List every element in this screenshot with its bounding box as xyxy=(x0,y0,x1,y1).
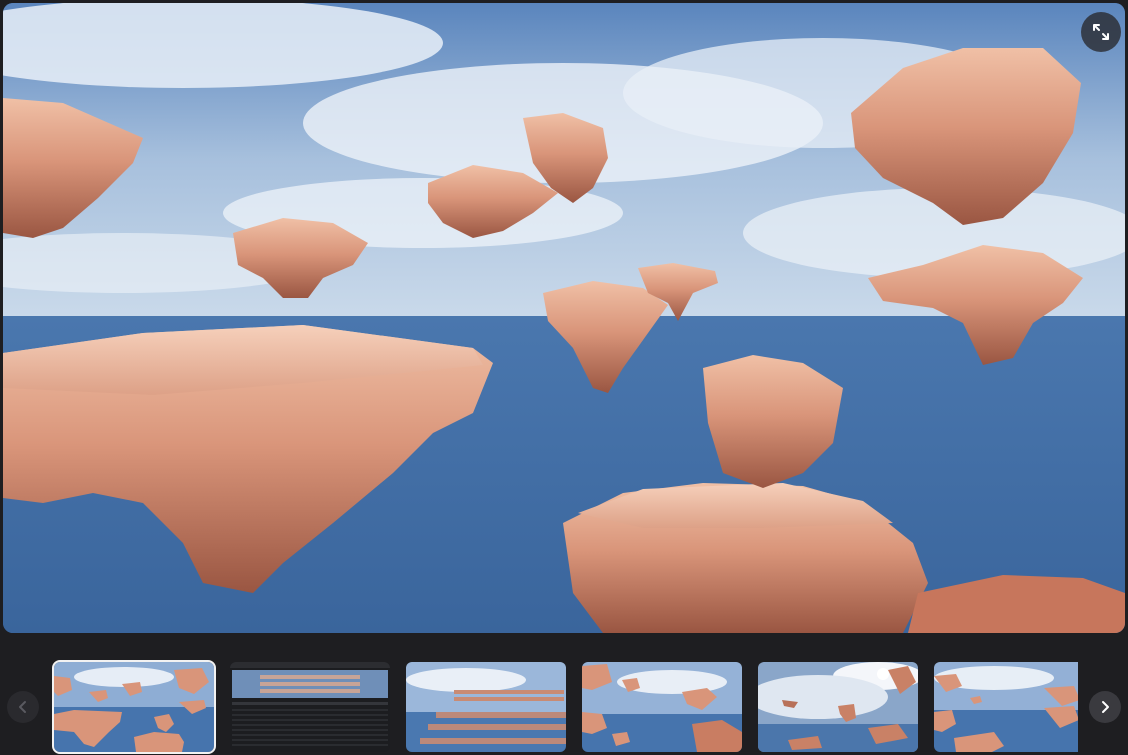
thumbnail-2[interactable] xyxy=(230,662,390,752)
floating-islands-thumbnail xyxy=(934,662,1078,752)
expand-icon xyxy=(1093,24,1109,40)
chevron-left-icon xyxy=(19,701,26,713)
chevron-right-icon xyxy=(1102,701,1109,713)
thumbnail-1[interactable] xyxy=(52,660,216,754)
fullscreen-button[interactable] xyxy=(1081,12,1121,52)
thumbnail-strip xyxy=(0,656,1128,755)
sunlit-islands-thumbnail xyxy=(758,662,918,752)
thumbnail-3[interactable] xyxy=(406,662,566,752)
editor-screenshot-thumbnail xyxy=(230,662,390,752)
thumbnails-list xyxy=(52,660,1078,754)
main-image[interactable] xyxy=(3,3,1125,633)
previous-button[interactable] xyxy=(7,691,39,723)
thumbnail-5[interactable] xyxy=(758,662,918,752)
image-gallery-viewer xyxy=(0,0,1128,755)
floating-islands-thumbnail xyxy=(54,662,214,752)
thumbnail-4[interactable] xyxy=(582,662,742,752)
next-button[interactable] xyxy=(1089,691,1121,723)
floating-rock-islands-scene xyxy=(3,3,1125,633)
rock-grid-thumbnail xyxy=(406,662,566,752)
thumbnail-6[interactable] xyxy=(934,662,1078,752)
floating-islands-thumbnail xyxy=(582,662,742,752)
